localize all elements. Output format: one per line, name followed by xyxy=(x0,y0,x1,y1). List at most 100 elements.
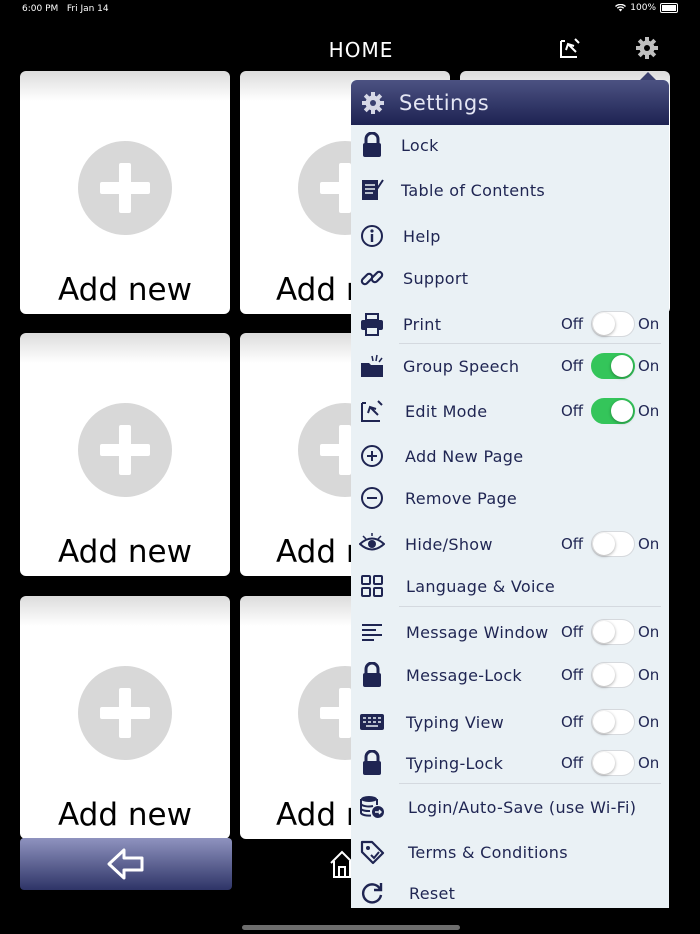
menu-item-label: Message-Lock xyxy=(406,666,522,685)
menu-item-label: Reset xyxy=(409,884,456,903)
menu-item-message-lock[interactable]: Message-Lock Off On xyxy=(351,655,669,695)
back-button[interactable] xyxy=(20,838,232,890)
group-speech-icon xyxy=(361,354,383,377)
typing-view-toggle[interactable] xyxy=(591,709,635,735)
toggle-off-label: Off xyxy=(561,623,584,641)
settings-title: Settings xyxy=(399,90,490,115)
menu-item-label: Edit Mode xyxy=(405,402,488,421)
toggle-on-label: On xyxy=(638,315,660,333)
lock-icon xyxy=(363,132,381,157)
minus-circle-icon xyxy=(361,487,383,509)
menu-item-label: Hide/Show xyxy=(405,535,493,554)
edit-mode-icon xyxy=(361,400,383,422)
lock-icon xyxy=(363,750,381,775)
wifi-icon xyxy=(615,4,627,12)
menu-item-add-new-page[interactable]: Add New Page xyxy=(351,436,669,476)
toggle-on-label: On xyxy=(638,402,660,420)
table-of-contents-icon xyxy=(362,179,384,200)
toggle-on-label: On xyxy=(638,357,660,375)
divider xyxy=(399,343,661,344)
menu-item-label: Print xyxy=(403,315,442,334)
tile-label: Add new xyxy=(58,797,192,833)
menu-item-label: Lock xyxy=(401,136,439,155)
tile-label: Add new xyxy=(58,534,192,570)
reset-icon xyxy=(361,883,383,904)
menu-item-label: Message Window xyxy=(406,623,549,642)
settings-menu: Settings Lock Table of Contents Help Sup… xyxy=(351,80,669,908)
typing-lock-toggle[interactable] xyxy=(591,750,635,776)
menu-item-label: Typing View xyxy=(406,713,505,732)
plus-icon xyxy=(78,141,172,235)
gear-icon xyxy=(362,91,384,114)
toggle-off-label: Off xyxy=(561,535,584,553)
gear-icon[interactable] xyxy=(635,36,659,60)
info-icon xyxy=(361,225,383,247)
toggle-off-label: Off xyxy=(561,357,584,375)
toggle-off-label: Off xyxy=(561,713,584,731)
menu-item-label: Remove Page xyxy=(405,489,518,508)
menu-item-message-window[interactable]: Message Window Off On xyxy=(351,612,669,652)
menu-item-typing-lock[interactable]: Typing-Lock Off On xyxy=(351,743,669,783)
battery-indicator: 100% xyxy=(615,3,678,13)
link-icon xyxy=(360,270,384,286)
menu-item-group-speech[interactable]: Group Speech Off On xyxy=(351,346,669,386)
edit-mode-toggle[interactable] xyxy=(591,398,635,424)
toggle-off-label: Off xyxy=(561,315,584,333)
toggle-on-label: On xyxy=(638,535,660,553)
menu-item-language-voice[interactable]: Language & Voice xyxy=(351,566,669,606)
add-new-tile[interactable]: Add new xyxy=(20,333,230,576)
menu-item-label: Table of Contents xyxy=(401,181,546,200)
menu-item-label: Group Speech xyxy=(403,357,520,376)
add-new-tile[interactable]: Add new xyxy=(20,71,230,314)
status-time: 6:00 PM Fri Jan 14 xyxy=(22,4,109,14)
plus-icon xyxy=(78,403,172,497)
print-toggle[interactable] xyxy=(591,311,635,337)
add-new-tile[interactable]: Add new xyxy=(20,596,230,839)
toggle-on-label: On xyxy=(638,754,660,772)
menu-item-remove-page[interactable]: Remove Page xyxy=(351,478,669,518)
toggle-on-label: On xyxy=(638,713,660,731)
toggle-off-label: Off xyxy=(561,754,584,772)
edit-mode-icon[interactable] xyxy=(558,36,582,60)
menu-item-print[interactable]: Print Off On xyxy=(351,304,669,344)
toggle-on-label: On xyxy=(638,623,660,641)
toggle-off-label: Off xyxy=(561,666,584,684)
back-arrow-icon xyxy=(107,848,144,880)
menu-item-label: Typing-Lock xyxy=(406,754,504,773)
status-bar: 6:00 PM Fri Jan 14 100% xyxy=(0,0,700,18)
menu-item-label: Help xyxy=(403,227,441,246)
menu-item-support[interactable]: Support xyxy=(351,258,669,298)
menu-item-edit-mode[interactable]: Edit Mode Off On xyxy=(351,391,669,431)
menu-item-label: Login/Auto-Save (use Wi-Fi) xyxy=(408,798,637,817)
tile-label: Add new xyxy=(58,272,192,308)
hide-show-toggle[interactable] xyxy=(591,531,635,557)
plus-circle-icon xyxy=(361,445,383,467)
menu-item-label: Terms & Conditions xyxy=(408,843,568,862)
lock-icon xyxy=(363,662,381,687)
lines-icon xyxy=(362,624,382,641)
divider xyxy=(399,606,661,607)
menu-item-lock[interactable]: Lock xyxy=(351,125,669,165)
home-indicator[interactable] xyxy=(242,925,460,930)
menu-item-hide-show[interactable]: Hide/Show Off On xyxy=(351,524,669,564)
eye-icon xyxy=(359,533,385,551)
menu-item-login-auto-save[interactable]: Login/Auto-Save (use Wi-Fi) xyxy=(351,787,669,827)
message-window-toggle[interactable] xyxy=(591,619,635,645)
toggle-off-label: Off xyxy=(561,402,584,420)
menu-item-label: Support xyxy=(403,269,469,288)
menu-item-reset[interactable]: Reset xyxy=(351,873,669,913)
page-title: HOME xyxy=(328,38,394,62)
keyboard-icon xyxy=(360,714,384,730)
menu-item-terms-conditions[interactable]: Terms & Conditions xyxy=(351,832,669,872)
grid-icon xyxy=(361,575,383,597)
group-speech-toggle[interactable] xyxy=(591,353,635,379)
message-lock-toggle[interactable] xyxy=(591,662,635,688)
menu-item-typing-view[interactable]: Typing View Off On xyxy=(351,702,669,742)
toggle-on-label: On xyxy=(638,666,660,684)
plus-icon xyxy=(78,666,172,760)
database-icon xyxy=(360,796,384,818)
menu-item-help[interactable]: Help xyxy=(351,216,669,256)
menu-item-table-of-contents[interactable]: Table of Contents xyxy=(351,170,669,210)
tag-icon xyxy=(360,840,385,865)
menu-item-label: Add New Page xyxy=(405,447,524,466)
